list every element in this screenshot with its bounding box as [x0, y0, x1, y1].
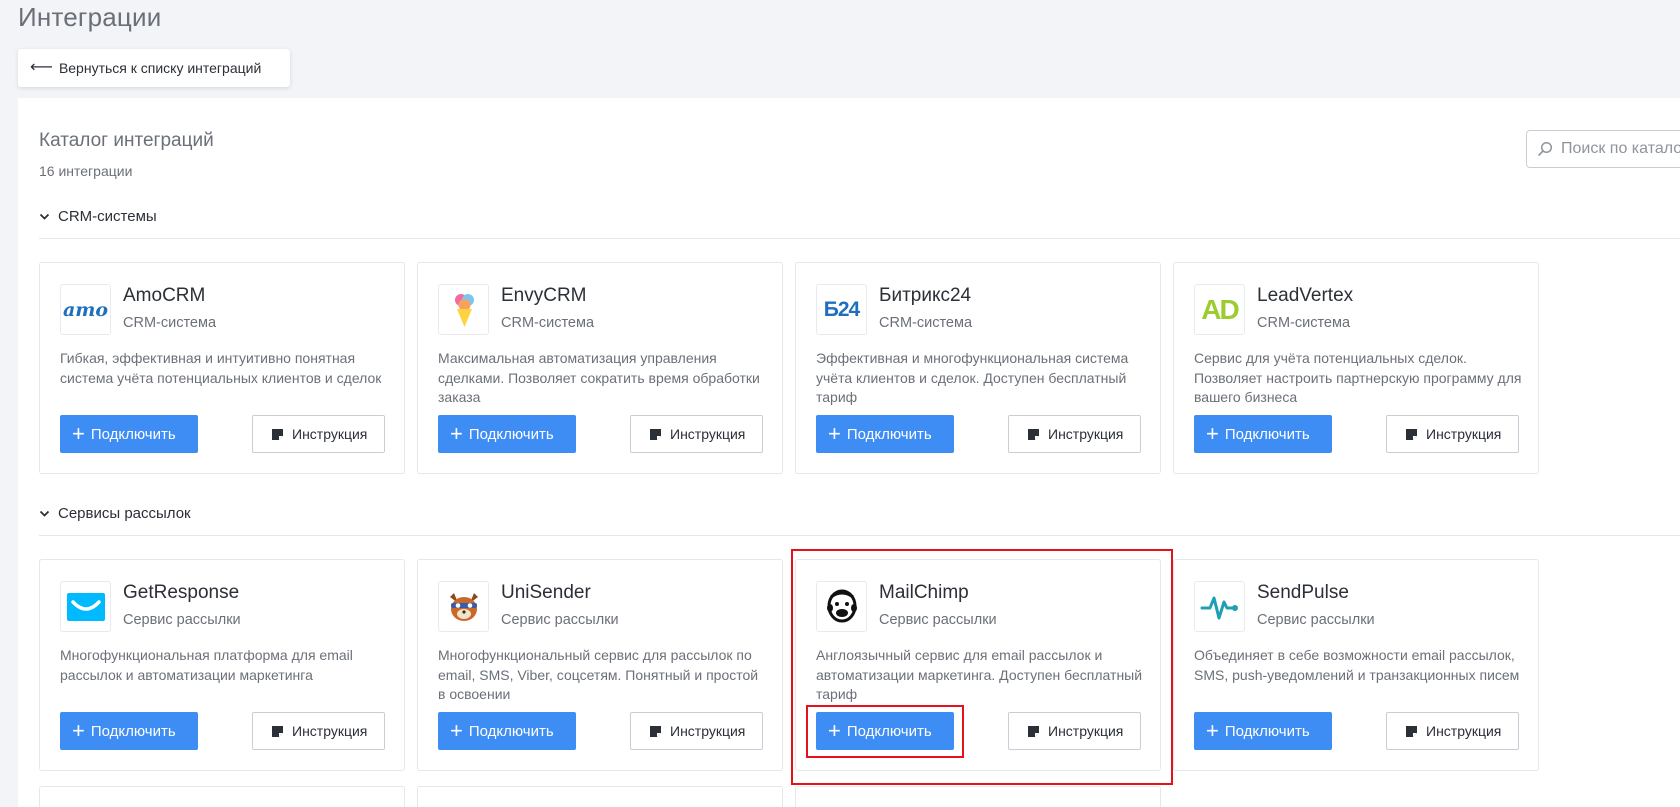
integration-description: Гибкая, эффективная и интуитивно понятна…	[60, 350, 382, 386]
document-icon	[650, 725, 661, 737]
integration-description: Многофункциональный сервис для рассылок …	[438, 647, 759, 702]
integration-name: AmoCRM	[123, 285, 206, 306]
leadvertex-logo: AD	[1194, 284, 1245, 335]
integration-card-bitrix24: Б24 Битрикс24 CRM-система Эффективная и …	[795, 262, 1161, 474]
guide-button[interactable]: Инструкция	[252, 712, 385, 750]
connect-button[interactable]: + Подключить	[60, 712, 198, 750]
section-crm-toggle[interactable]: CRM-системы	[39, 208, 157, 225]
integration-card-sendpulse: SendPulse Сервис рассылки Объединяет в с…	[1173, 559, 1539, 771]
integration-type: CRM-система	[1257, 315, 1351, 331]
guide-button[interactable]: Инструкция	[1386, 415, 1519, 453]
catalog-search[interactable]	[1526, 130, 1680, 168]
integration-description: Объединяет в себе возможности email расс…	[1194, 647, 1520, 683]
connect-button[interactable]: + Подключить	[1194, 712, 1332, 750]
plus-icon: +	[828, 421, 841, 446]
document-icon	[650, 428, 661, 440]
section-title: Сервисы рассылок	[58, 505, 191, 522]
integration-name: UniSender	[501, 582, 591, 603]
plus-icon: +	[72, 718, 85, 743]
plus-icon: +	[1206, 421, 1219, 446]
integration-description: Эффективная и многофункциональная систем…	[816, 350, 1129, 405]
guide-button[interactable]: Инструкция	[1008, 415, 1141, 453]
integration-card-partial	[417, 786, 783, 807]
integration-card-partial	[795, 786, 1161, 807]
bitrix24-logo: Б24	[816, 284, 867, 335]
arrow-left-icon: ⟵	[30, 59, 53, 76]
guide-button[interactable]: Инструкция	[252, 415, 385, 453]
plus-icon: +	[450, 718, 463, 743]
document-icon	[272, 428, 283, 440]
integration-card-unisender: UniSender Сервис рассылки Многофункциона…	[417, 559, 783, 771]
guide-button[interactable]: Инструкция	[1386, 712, 1519, 750]
document-icon	[272, 725, 283, 737]
section-mailing-toggle[interactable]: Сервисы рассылок	[39, 505, 191, 522]
amocrm-logo: amo	[60, 284, 111, 335]
section-divider	[39, 238, 1680, 239]
integration-name: SendPulse	[1257, 582, 1349, 603]
unisender-logo	[438, 581, 489, 632]
connect-button[interactable]: + Подключить	[1194, 415, 1332, 453]
back-button-label: Вернуться к списку интеграций	[58, 60, 262, 76]
plus-icon: +	[1206, 718, 1219, 743]
integration-type: Сервис рассылки	[1257, 612, 1375, 628]
section-title: CRM-системы	[58, 208, 157, 225]
back-to-integrations-button[interactable]: ⟵ Вернуться к списку интеграций	[18, 49, 290, 87]
plus-icon: +	[450, 421, 463, 446]
sendpulse-logo	[1194, 581, 1245, 632]
integration-type: Сервис рассылки	[123, 612, 241, 628]
integration-name: Битрикс24	[879, 285, 972, 306]
integration-description: Многофункциональная платформа для email …	[60, 647, 353, 683]
integration-card-amocrm: amo AmoCRM CRM-система Гибкая, эффективн…	[39, 262, 405, 474]
catalog-title: Каталог интеграций	[39, 130, 214, 151]
connect-button[interactable]: + Подключить	[60, 415, 198, 453]
search-input[interactable]	[1561, 140, 1680, 158]
integration-type: CRM-система	[501, 315, 595, 331]
chevron-down-icon	[39, 213, 50, 220]
catalog-count: 16 интеграции	[39, 163, 133, 179]
integration-type: Сервис рассылки	[501, 612, 619, 628]
chevron-down-icon	[39, 510, 50, 517]
integration-description: Сервис для учёта потенциальных сделок. П…	[1194, 350, 1522, 405]
connect-button[interactable]: + Подключить	[438, 712, 576, 750]
section-divider	[39, 535, 1680, 536]
guide-button[interactable]: Инструкция	[630, 712, 763, 750]
integration-type: CRM-система	[123, 315, 217, 331]
integration-card-leadvertex: AD LeadVertex CRM-система Сервис для учё…	[1173, 262, 1539, 474]
connect-button[interactable]: + Подключить	[816, 415, 954, 453]
integration-card-envycrm: EnvyCRM CRM-система Максимальная автомат…	[417, 262, 783, 474]
integration-name: EnvyCRM	[501, 285, 587, 306]
integration-card-getresponse: GetResponse Сервис рассылки Многофункцио…	[39, 559, 405, 771]
integration-name: GetResponse	[123, 582, 240, 603]
guide-button[interactable]: Инструкция	[630, 415, 763, 453]
plus-icon: +	[72, 421, 85, 446]
document-icon	[1406, 428, 1417, 440]
highlight-frame-connect-button	[806, 705, 964, 758]
integration-name: LeadVertex	[1257, 285, 1354, 306]
integration-description: Максимальная автоматизация управления сд…	[438, 350, 760, 405]
document-icon	[1028, 428, 1039, 440]
envycrm-logo	[438, 284, 489, 335]
integration-card-partial	[39, 786, 405, 807]
getresponse-logo	[60, 581, 111, 632]
integration-type: CRM-система	[879, 315, 973, 331]
document-icon	[1406, 725, 1417, 737]
search-icon	[1538, 141, 1553, 156]
page-title: Интеграции	[18, 2, 162, 32]
connect-button[interactable]: + Подключить	[438, 415, 576, 453]
